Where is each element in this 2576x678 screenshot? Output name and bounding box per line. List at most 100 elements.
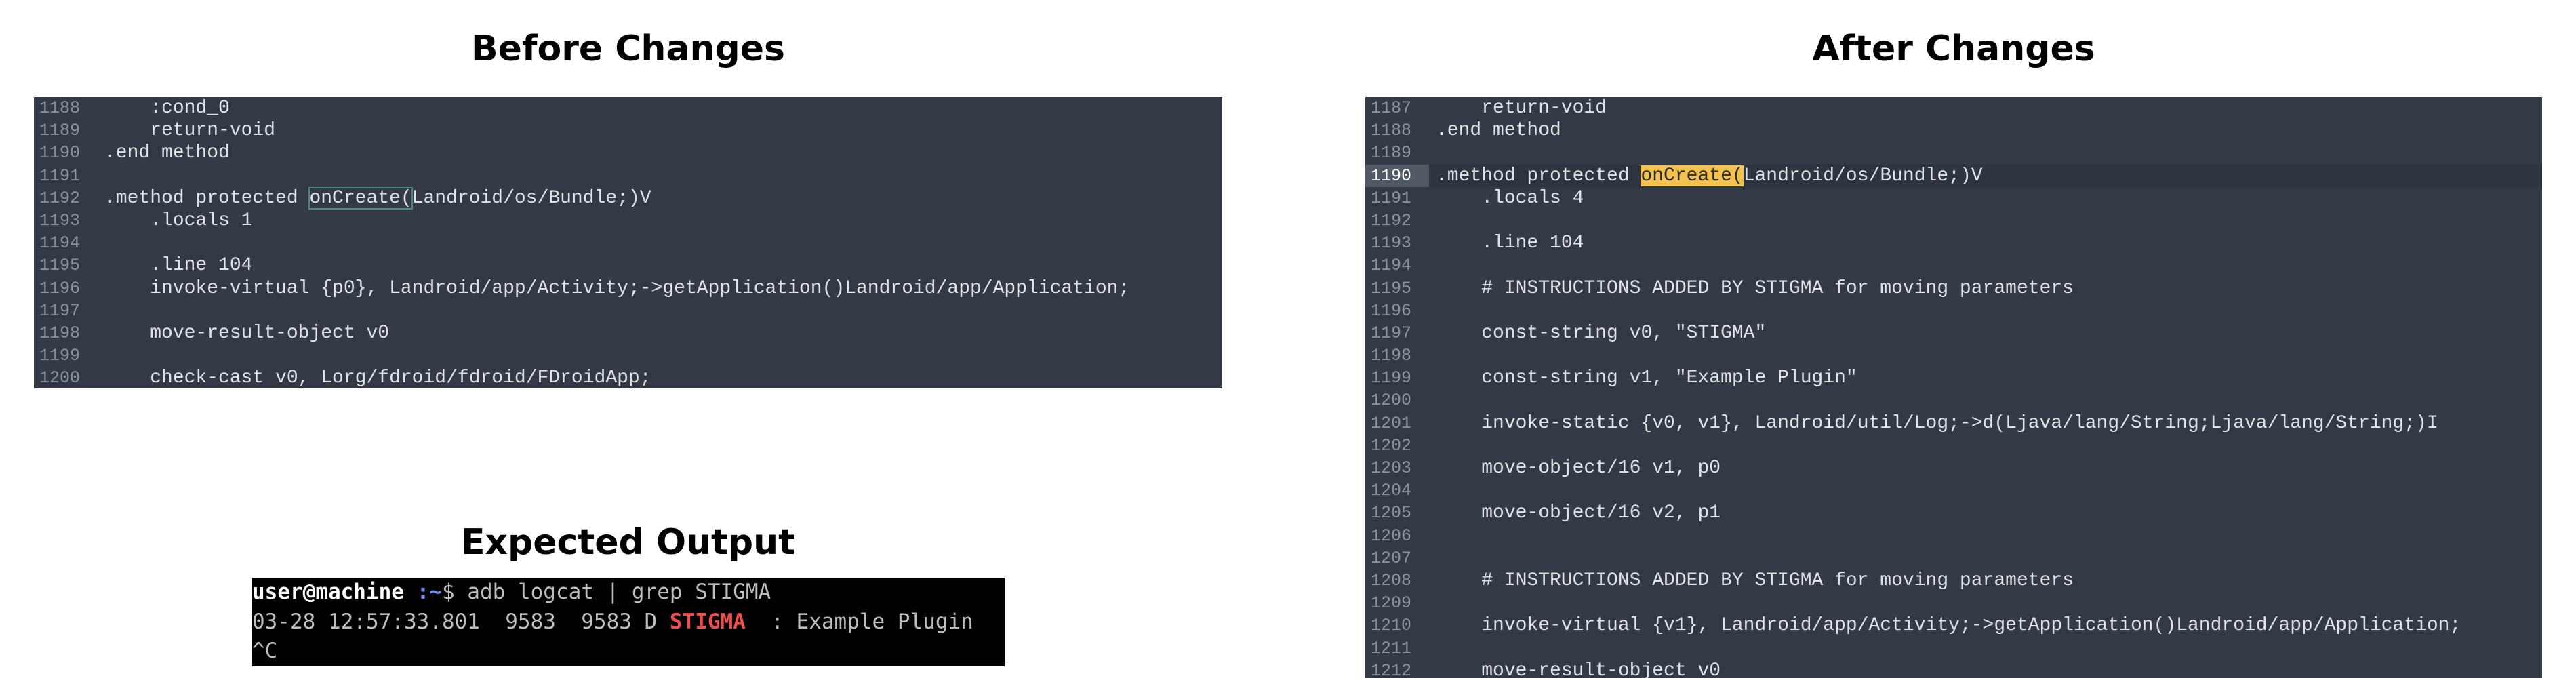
code-line[interactable]: 1198 (1365, 344, 2542, 367)
code-line[interactable]: 1209 (1365, 592, 2542, 614)
code-line[interactable]: 1188 .end method (1365, 119, 2542, 142)
code-text: # INSTRUCTIONS ADDED BY STIGMA for movin… (1436, 570, 2074, 591)
line-code: move-object/16 v2, p1 (1429, 502, 1720, 524)
code-text: .line 104 (104, 255, 253, 277)
line-code: const-string v0, "STIGMA" (1429, 322, 1766, 344)
terminal-command: $ adb logcat | grep STIGMA (441, 580, 771, 604)
code-line[interactable]: 1190 .method protected onCreate(Landroid/… (1365, 164, 2542, 187)
code-line[interactable]: 1199 const-string v1, "Example Plugin" (1365, 367, 2542, 389)
line-code: invoke-static {v0, v1}, Landroid/util/Lo… (1429, 412, 2438, 435)
line-number: 1210 (1370, 616, 1411, 636)
line-code: move-result-object v0 (98, 322, 389, 344)
expected-output-title: Expected Output (460, 522, 795, 563)
code-text: move-object/16 v2, p1 (1436, 502, 1721, 524)
terminal-window[interactable]: user@machine :~$ adb logcat | grep STIGM… (252, 578, 1005, 666)
line-code: return-void (1429, 97, 1607, 119)
code-text: .end method (1436, 120, 1561, 142)
code-line[interactable]: 1190 .end method (34, 142, 1222, 164)
code-line[interactable]: 1191 .locals 4 (1365, 187, 2542, 210)
code-line[interactable]: 1192 .method protected onCreate(Landroid/… (34, 186, 1222, 210)
line-code: invoke-virtual {v1}, Landroid/app/Activi… (1429, 614, 2461, 637)
code-line[interactable]: 1196 (1365, 300, 2542, 322)
line-number: 1211 (1370, 638, 1411, 658)
code-line[interactable]: 1212 move-result-object v0 (1365, 660, 2542, 678)
code-text: const-string v0, "STIGMA" (1436, 322, 1767, 344)
terminal-interrupt-line: ^C (252, 639, 278, 664)
code-line[interactable]: 1205 move-object/16 v2, p1 (1365, 502, 2542, 524)
line-number: 1205 (1370, 503, 1411, 523)
code-line[interactable]: 1211 (1365, 637, 2542, 660)
before-code-editor[interactable]: 1188 :cond_0 1189 return-void 1190 .end met… (34, 97, 1222, 388)
code-line[interactable]: 1188 :cond_0 (34, 97, 1222, 119)
line-code: .locals 4 (1429, 187, 1584, 210)
line-code: :cond_0 (98, 97, 230, 119)
code-line[interactable]: 1201 invoke-static {v0, v1}, Landroid/ut… (1365, 412, 2542, 435)
line-number: 1196 (39, 278, 80, 298)
code-text: Landroid/os/Bundle;)V (1743, 165, 1983, 186)
line-number: 1202 (1370, 435, 1411, 456)
line-number: 1198 (1370, 346, 1411, 366)
code-line[interactable]: 1207 (1365, 547, 2542, 570)
line-code: invoke-virtual {p0}, Landroid/app/Activi… (98, 277, 1129, 300)
code-text: return-void (104, 120, 276, 142)
code-line[interactable]: 1208 # INSTRUCTIONS ADDED BY STIGMA for … (1365, 570, 2542, 592)
terminal-prompt-line: user@machine :~$ adb logcat | grep STIGM… (252, 578, 1005, 607)
line-number: 1199 (1370, 368, 1411, 388)
code-text: invoke-virtual {p0}, Landroid/app/Activi… (104, 277, 1130, 299)
code-line[interactable]: 1200 check-cast v0, Lorg/fdroid/fdroid/F… (34, 367, 1222, 388)
code-line[interactable]: 1192 (1365, 210, 2542, 232)
search-match-highlight: onCreate( (1641, 165, 1744, 186)
line-number: 1191 (39, 165, 80, 186)
line-number: 1194 (1370, 256, 1411, 276)
code-line[interactable]: 1191 (34, 165, 1222, 187)
code-line[interactable]: 1193 .line 104 (1365, 232, 2542, 254)
code-line[interactable]: 1189 (1365, 142, 2542, 164)
code-line[interactable]: 1193 .locals 1 (34, 210, 1222, 232)
code-line[interactable]: 1189 return-void (34, 119, 1222, 142)
log-prefix: 03-28 12:57:33.801 9583 9583 D (252, 609, 670, 634)
code-line[interactable]: 1204 (1365, 479, 2542, 502)
line-code: .method protected onCreate(Landroid/os/B… (98, 186, 651, 210)
code-text: invoke-static {v0, v1}, Landroid/util/Lo… (1436, 412, 2438, 434)
code-line[interactable]: 1195 .line 104 (34, 254, 1222, 277)
before-changes-title: Before Changes (471, 28, 785, 69)
code-line[interactable]: 1196 invoke-virtual {p0}, Landroid/app/A… (34, 277, 1222, 300)
line-code: .end method (98, 142, 230, 164)
code-line[interactable]: 1197 (34, 300, 1222, 322)
line-number: 1190 (1365, 164, 1429, 187)
line-code: .locals 1 (98, 210, 252, 232)
code-line[interactable]: 1200 (1365, 389, 2542, 412)
code-line[interactable]: 1194 (1365, 254, 2542, 277)
line-number: 1197 (39, 300, 80, 321)
code-line[interactable]: 1206 (1365, 525, 2542, 547)
code-line[interactable]: 1199 (34, 344, 1222, 367)
line-code: return-void (98, 119, 275, 142)
code-line[interactable]: 1187 return-void (1365, 97, 2542, 119)
code-line[interactable]: 1210 invoke-virtual {v1}, Landroid/app/A… (1365, 614, 2542, 637)
code-line[interactable]: 1198 move-result-object v0 (34, 322, 1222, 344)
after-code-editor[interactable]: 1187 return-void 1188 .end method 1189 1190.… (1365, 97, 2542, 678)
code-line[interactable]: 1197 const-string v0, "STIGMA" (1365, 322, 2542, 344)
line-number: 1209 (1370, 593, 1411, 614)
code-line[interactable]: 1195 # INSTRUCTIONS ADDED BY STIGMA for … (1365, 277, 2542, 300)
code-line[interactable]: 1203 move-object/16 v1, p0 (1365, 457, 2542, 479)
code-text: invoke-virtual {v1}, Landroid/app/Activi… (1436, 615, 2461, 637)
code-text: .locals 4 (1436, 187, 1584, 209)
line-code: .method protected onCreate(Landroid/os/B… (1429, 165, 1983, 187)
line-number: 1200 (1370, 391, 1411, 411)
code-text: .method protected (104, 187, 310, 209)
search-match-highlight: onCreate( (308, 186, 413, 210)
code-line[interactable]: 1202 (1365, 435, 2542, 457)
line-number: 1207 (1370, 548, 1411, 568)
line-number: 1192 (1370, 210, 1411, 231)
code-line[interactable]: 1194 (34, 232, 1222, 254)
